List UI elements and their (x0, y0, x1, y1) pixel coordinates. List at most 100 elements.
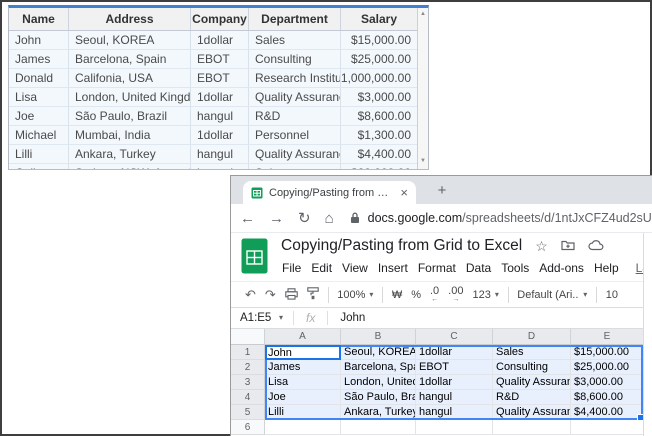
row-header[interactable]: 1 (231, 345, 265, 360)
cell-department[interactable]: R&D (249, 107, 341, 125)
tab-close-icon[interactable]: × (400, 186, 408, 199)
cell-address[interactable]: Califonia, USA (69, 69, 191, 87)
cell-e4[interactable]: $8,600.00 (571, 390, 643, 405)
cell-address[interactable]: Sydney, NSW, Australia (69, 164, 191, 170)
column-header-c[interactable]: C (416, 329, 493, 345)
cell-salary[interactable]: $3,000.00 (341, 88, 417, 106)
cell-address[interactable]: Ankara, Turkey (69, 145, 191, 163)
cell-d2[interactable]: Consulting (493, 360, 571, 375)
menu-data[interactable]: Data (465, 260, 492, 276)
cell-c6[interactable] (416, 420, 493, 435)
table-row[interactable]: Donald Califonia, USA EBOT Research Inst… (9, 69, 417, 88)
cell-e2[interactable]: $25,000.00 (571, 360, 643, 375)
cell-b5[interactable]: Ankara, Turkey (341, 405, 416, 420)
cell-company[interactable]: 1dollar (191, 31, 249, 49)
cell-c5[interactable]: hangul (416, 405, 493, 420)
cell-c1[interactable]: 1dollar (416, 345, 493, 360)
menu-format[interactable]: Format (417, 260, 457, 276)
select-all-corner[interactable] (231, 329, 265, 345)
scroll-up-icon[interactable]: ▲ (418, 10, 428, 18)
cell-address[interactable]: Mumbai, India (69, 126, 191, 144)
row-header[interactable]: 4 (231, 390, 265, 405)
more-formats-button[interactable]: 123 ▾ (472, 289, 498, 301)
scroll-down-icon[interactable]: ▼ (418, 157, 428, 165)
cell-salary[interactable]: $1,000,000.00 (341, 69, 417, 87)
cell-department[interactable]: Quality Assurance (249, 145, 341, 163)
cell-address[interactable]: Barcelona, Spain (69, 50, 191, 68)
print-icon[interactable] (285, 288, 298, 302)
zoom-select[interactable]: 100% ▾ (337, 289, 373, 301)
cell-company[interactable]: EBOT (191, 50, 249, 68)
cell-address[interactable]: Seoul, KOREA (69, 31, 191, 49)
cell-name[interactable]: Michael (9, 126, 69, 144)
cell-b1[interactable]: Seoul, KOREA (341, 345, 416, 360)
row-header[interactable]: 5 (231, 405, 265, 420)
cell-company[interactable]: 1dollar (191, 88, 249, 106)
chevron-down-icon[interactable]: ▾ (279, 314, 283, 322)
column-header-a[interactable]: A (265, 329, 341, 345)
cell-a5[interactable]: Lilli (265, 405, 341, 420)
cell-c3[interactable]: 1dollar (416, 375, 493, 390)
cell-a4[interactable]: Joe (265, 390, 341, 405)
cell-b3[interactable]: London, United Kingdom (341, 375, 416, 390)
cell-b4[interactable]: São Paulo, Brazil (341, 390, 416, 405)
row-header[interactable]: 2 (231, 360, 265, 375)
cell-department[interactable]: Sales (249, 31, 341, 49)
cell-department[interactable]: Quality Assurance (249, 88, 341, 106)
cell-department[interactable]: Research Institute (249, 69, 341, 87)
cell-company[interactable]: EBOT (191, 69, 249, 87)
menu-file[interactable]: File (281, 260, 302, 276)
cell-salary[interactable]: $20,000.00 (341, 164, 417, 170)
cell-name[interactable]: Lisa (9, 88, 69, 106)
paint-format-icon[interactable] (307, 287, 319, 302)
decrease-decimal-button[interactable]: .0 ← (430, 286, 439, 303)
cell-department[interactable]: Sales (249, 164, 341, 170)
table-row-partial[interactable]: Celine Sydney, NSW, Australia hangul Sal… (9, 164, 417, 170)
table-row[interactable]: James Barcelona, Spain EBOT Consulting $… (9, 50, 417, 69)
back-icon[interactable]: ← (240, 211, 255, 226)
cell-d4[interactable]: R&D (493, 390, 571, 405)
cell-salary[interactable]: $15,000.00 (341, 31, 417, 49)
forward-icon[interactable]: → (269, 211, 284, 226)
cell-name[interactable]: Donald (9, 69, 69, 87)
menu-tools[interactable]: Tools (500, 260, 530, 276)
cell-name[interactable]: Lilli (9, 145, 69, 163)
cell-salary[interactable]: $1,300.00 (341, 126, 417, 144)
cell-d6[interactable] (493, 420, 571, 435)
cell-d1[interactable]: Sales (493, 345, 571, 360)
doc-title[interactable]: Copying/Pasting from Grid to Excel (281, 237, 522, 255)
cell-company[interactable]: hangul (191, 164, 249, 170)
cell-department[interactable]: Consulting (249, 50, 341, 68)
reload-icon[interactable]: ↻ (298, 211, 311, 226)
grid-vertical-scrollbar[interactable]: ▲ ▼ (417, 8, 428, 169)
cell-e5[interactable]: $4,400.00 (571, 405, 643, 420)
page-scrollbar[interactable] (643, 233, 652, 436)
cell-name[interactable]: Joe (9, 107, 69, 125)
browser-tab[interactable]: Copying/Pasting from Grid to Excel × (243, 181, 416, 204)
font-select[interactable]: Default (Ari... ▾ (517, 289, 587, 301)
cell-company[interactable]: 1dollar (191, 126, 249, 144)
cell-e3[interactable]: $3,000.00 (571, 375, 643, 390)
star-icon[interactable]: ☆ (535, 239, 548, 253)
cell-salary[interactable]: $8,600.00 (341, 107, 417, 125)
cell-company[interactable]: hangul (191, 107, 249, 125)
table-row[interactable]: Lisa London, United Kingdom 1dollar Qual… (9, 88, 417, 107)
table-row[interactable]: Michael Mumbai, India 1dollar Personnel … (9, 126, 417, 145)
cell-name[interactable]: James (9, 50, 69, 68)
cell-d5[interactable]: Quality Assurance (493, 405, 571, 420)
cell-salary[interactable]: $25,000.00 (341, 50, 417, 68)
menu-edit[interactable]: Edit (310, 260, 333, 276)
cell-e1[interactable]: $15,000.00 (571, 345, 643, 360)
cell-name[interactable]: John (9, 31, 69, 49)
cell-a3[interactable]: Lisa (265, 375, 341, 390)
cell-a6[interactable] (265, 420, 341, 435)
name-box[interactable]: A1:E5 (231, 312, 279, 324)
cell-c2[interactable]: EBOT (416, 360, 493, 375)
cell-c4[interactable]: hangul (416, 390, 493, 405)
cloud-status-icon[interactable] (588, 239, 604, 253)
cell-b2[interactable]: Barcelona, Spain (341, 360, 416, 375)
cell-b6[interactable] (341, 420, 416, 435)
currency-format-button[interactable]: ₩ (392, 289, 402, 301)
new-tab-button[interactable]: + (431, 179, 453, 201)
row-header[interactable]: 6 (231, 420, 265, 435)
